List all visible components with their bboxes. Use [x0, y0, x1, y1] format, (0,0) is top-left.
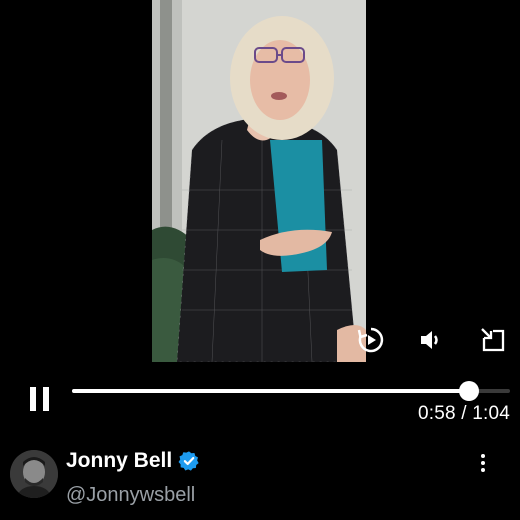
exit-fullscreen-icon: [481, 328, 505, 352]
video-frame[interactable]: [152, 0, 366, 362]
replay-icon: [357, 327, 384, 353]
avatar[interactable]: [10, 450, 58, 498]
duration: 1:04: [472, 403, 510, 424]
time-display: 0:58 / 1:04: [418, 403, 510, 425]
player-controls: 0:58 / 1:04: [0, 365, 520, 430]
video-player[interactable]: [0, 0, 520, 365]
pause-icon: [30, 387, 49, 411]
progress-fill: [72, 389, 469, 393]
video-thumbnail-image: [152, 0, 366, 362]
progress-thumb[interactable]: [458, 381, 479, 401]
display-name[interactable]: Jonny Bell: [66, 449, 172, 473]
replay-button[interactable]: [351, 320, 391, 360]
exit-fullscreen-button[interactable]: [473, 320, 513, 360]
more-vertical-icon: [481, 454, 485, 472]
avatar-image: [10, 450, 58, 498]
time-separator: /: [455, 403, 473, 424]
current-time: 0:58: [418, 403, 456, 424]
author-row: Jonny Bell @Jonnywsbell: [0, 440, 520, 520]
verified-badge-icon: [178, 451, 199, 471]
user-handle[interactable]: @Jonnywsbell: [66, 484, 195, 507]
name-row: Jonny Bell: [66, 449, 200, 473]
more-options-button[interactable]: [468, 448, 498, 478]
volume-icon: [421, 331, 438, 349]
pause-button[interactable]: [20, 382, 60, 416]
volume-button[interactable]: [411, 320, 451, 360]
progress-scrubber[interactable]: [72, 379, 510, 403]
